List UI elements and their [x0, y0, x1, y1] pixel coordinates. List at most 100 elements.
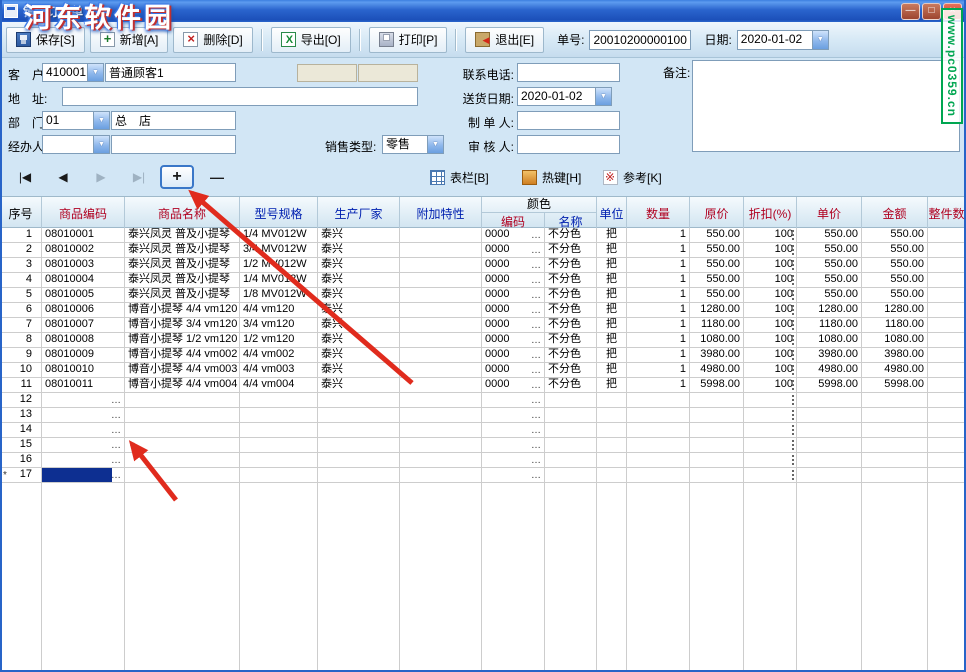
cell-seq[interactable]: 9 [0, 348, 42, 363]
cell-unit_price[interactable] [797, 468, 862, 483]
cell-seq[interactable]: 15 [0, 438, 42, 453]
ellipsis-lookup-button[interactable]: … [531, 380, 542, 392]
cell-color_code[interactable]: 0000… [482, 363, 545, 378]
department-name-input[interactable] [111, 111, 236, 130]
remark-input[interactable] [692, 60, 960, 152]
cell-color_code[interactable]: 0000… [482, 243, 545, 258]
cell-unit[interactable] [597, 438, 627, 453]
cell-name[interactable]: 博音小提琴 4/4 vm003 [125, 363, 240, 378]
cell-factory[interactable]: 泰兴 [318, 363, 400, 378]
cell-factory[interactable]: 泰兴 [318, 303, 400, 318]
cell-seq[interactable]: 11 [0, 378, 42, 393]
cell-spec[interactable]: 4/4 vm004 [240, 378, 318, 393]
date-dropdown[interactable]: 2020-01-02 [737, 30, 829, 50]
cell-factory[interactable]: 泰兴 [318, 378, 400, 393]
cell-code[interactable]: 08010007 [42, 318, 125, 333]
cell-factory[interactable]: 泰兴 [318, 243, 400, 258]
cell-whole[interactable] [928, 363, 966, 378]
cell-unit[interactable]: 把 [597, 243, 627, 258]
department-code-combo[interactable]: 01 [42, 111, 110, 130]
columns-button[interactable]: 表栏[B] [430, 165, 489, 189]
cell-amount[interactable]: 550.00 [862, 228, 928, 243]
cell-whole[interactable] [928, 333, 966, 348]
cell-code[interactable]: 08010003 [42, 258, 125, 273]
cell-spec[interactable]: 3/4 MV012W [240, 243, 318, 258]
cell-color_name[interactable]: 不分色 [545, 348, 597, 363]
ellipsis-lookup-button[interactable]: … [111, 410, 122, 422]
cell-price[interactable] [690, 393, 744, 408]
cell-extra[interactable] [400, 453, 482, 468]
column-header-unit_price[interactable]: 单价 [797, 197, 862, 229]
cell-discount[interactable]: 100 [744, 318, 797, 333]
cell-spec[interactable] [240, 393, 318, 408]
cell-color_name[interactable]: 不分色 [545, 243, 597, 258]
cell-amount[interactable] [862, 453, 928, 468]
cell-amount[interactable] [862, 408, 928, 423]
cell-code[interactable]: 08010004 [42, 273, 125, 288]
cell-color_name[interactable] [545, 468, 597, 483]
cell-unit_price[interactable]: 550.00 [797, 288, 862, 303]
cell-extra[interactable] [400, 288, 482, 303]
cell-unit_price[interactable]: 3980.00 [797, 348, 862, 363]
cell-amount[interactable]: 550.00 [862, 243, 928, 258]
cell-amount[interactable]: 1180.00 [862, 318, 928, 333]
cell-unit_price[interactable]: 1180.00 [797, 318, 862, 333]
ellipsis-lookup-button[interactable]: … [531, 230, 542, 242]
cell-extra[interactable] [400, 243, 482, 258]
order-no-input[interactable] [589, 30, 691, 50]
cell-code[interactable]: 08010005 [42, 288, 125, 303]
cell-color_name[interactable] [545, 393, 597, 408]
cell-whole[interactable] [928, 288, 966, 303]
cell-amount[interactable]: 550.00 [862, 288, 928, 303]
cell-seq[interactable]: 13 [0, 408, 42, 423]
cell-factory[interactable] [318, 438, 400, 453]
cell-qty[interactable]: 1 [627, 258, 690, 273]
cell-discount[interactable] [744, 423, 797, 438]
cell-code[interactable]: 08010001 [42, 228, 125, 243]
cell-whole[interactable] [928, 228, 966, 243]
cell-whole[interactable] [928, 453, 966, 468]
cell-qty[interactable] [627, 423, 690, 438]
save-button[interactable]: 保存[S] [6, 27, 85, 53]
cell-seq[interactable]: 6 [0, 303, 42, 318]
exit-button[interactable]: 退出[E] [465, 27, 544, 53]
column-header-unit[interactable]: 单位 [597, 197, 627, 229]
ellipsis-lookup-button[interactable]: … [531, 335, 542, 347]
cell-unit_price[interactable]: 1280.00 [797, 303, 862, 318]
cell-color_name[interactable]: 不分色 [545, 333, 597, 348]
cell-seq[interactable]: 14 [0, 423, 42, 438]
cell-extra[interactable] [400, 333, 482, 348]
cell-amount[interactable] [862, 468, 928, 483]
cell-code[interactable]: … [42, 438, 125, 453]
ellipsis-lookup-button[interactable]: … [531, 470, 542, 482]
maximize-icon[interactable]: □ [922, 3, 941, 20]
cell-color_code[interactable]: … [482, 423, 545, 438]
ellipsis-lookup-button[interactable]: … [531, 290, 542, 302]
column-header-spec[interactable]: 型号规格 [240, 197, 318, 229]
cell-price[interactable]: 550.00 [690, 273, 744, 288]
cell-unit_price[interactable]: 550.00 [797, 258, 862, 273]
column-header-color_code[interactable]: 编码 [482, 213, 545, 229]
cell-discount[interactable]: 100 [744, 228, 797, 243]
cell-code[interactable]: … [42, 408, 125, 423]
cell-spec[interactable]: 4/4 vm002 [240, 348, 318, 363]
cell-price[interactable] [690, 408, 744, 423]
cell-color_name[interactable]: 不分色 [545, 228, 597, 243]
cell-color_name[interactable]: 不分色 [545, 258, 597, 273]
cell-color_code[interactable]: … [482, 438, 545, 453]
cell-spec[interactable]: 1/2 MV012W [240, 258, 318, 273]
cell-price[interactable]: 5998.00 [690, 378, 744, 393]
ellipsis-lookup-button[interactable]: … [111, 440, 122, 452]
cell-seq[interactable]: 16 [0, 453, 42, 468]
ellipsis-lookup-button[interactable]: … [531, 410, 542, 422]
cell-qty[interactable]: 1 [627, 228, 690, 243]
column-header-qty[interactable]: 数量 [627, 197, 690, 229]
cell-whole[interactable] [928, 318, 966, 333]
cell-discount[interactable]: 100 [744, 363, 797, 378]
cell-code[interactable]: … [42, 423, 125, 438]
cell-name[interactable]: 泰兴凤灵 普及小提琴 [125, 288, 240, 303]
cell-code[interactable]: 08010002 [42, 243, 125, 258]
cell-name[interactable] [125, 453, 240, 468]
cell-color_name[interactable]: 不分色 [545, 288, 597, 303]
chevron-down-icon[interactable] [93, 112, 109, 129]
